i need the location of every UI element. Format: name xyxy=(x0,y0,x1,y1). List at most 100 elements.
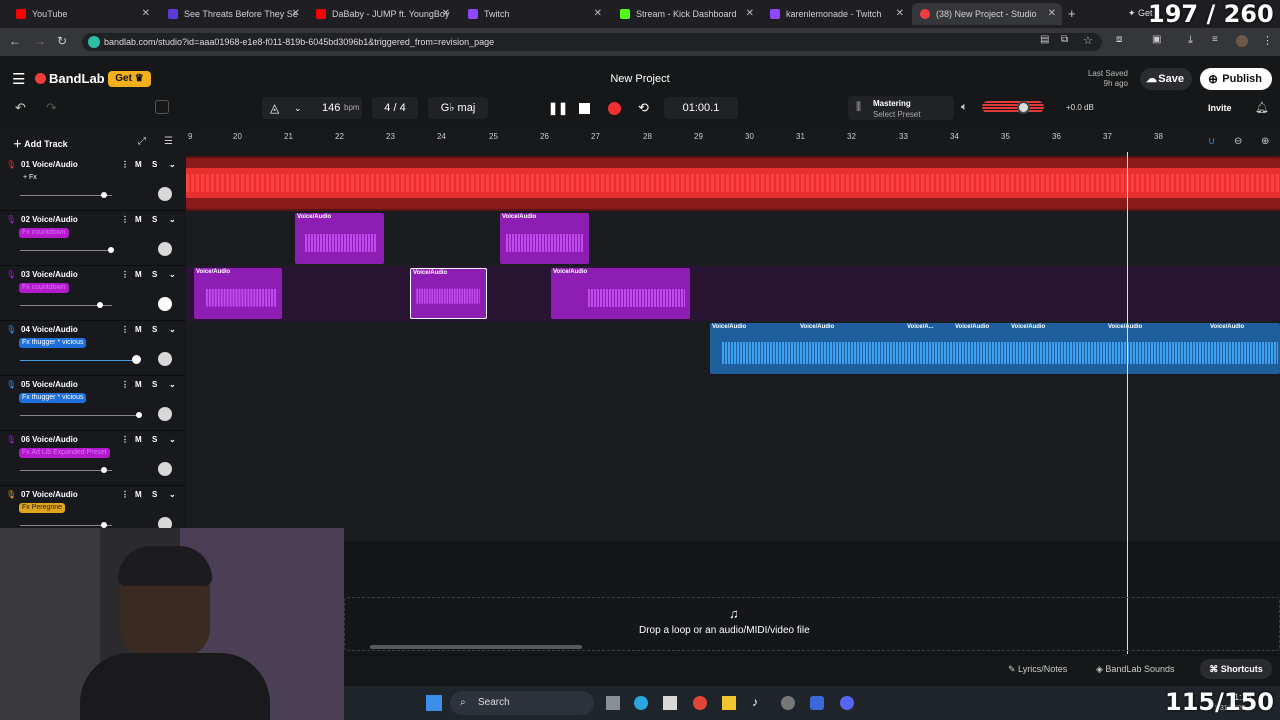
volume-slider[interactable] xyxy=(20,525,112,526)
edge-icon[interactable] xyxy=(634,696,648,710)
forward-icon[interactable]: → xyxy=(34,34,46,48)
solo-button[interactable]: S xyxy=(152,215,157,224)
track-settings-icon[interactable]: ☰ xyxy=(164,136,173,147)
get-button[interactable]: Get ♛ xyxy=(108,71,151,87)
track-header-05[interactable]: 🎙︎ 05 Voice/Audio ⋮ M S ⌄ Fx thugger * v… xyxy=(0,376,186,431)
mute-button[interactable]: M xyxy=(135,380,142,389)
taskbar-search-input[interactable]: ⌕ Search xyxy=(450,691,594,715)
track-lane-05[interactable] xyxy=(186,376,1280,431)
close-icon[interactable]: ✕ xyxy=(442,8,450,19)
app-icon[interactable] xyxy=(810,696,824,710)
pan-knob[interactable] xyxy=(158,242,172,256)
reader-icon[interactable]: ▤ xyxy=(1040,34,1049,45)
shortcuts-button[interactable]: ⌘ Shortcuts xyxy=(1200,659,1272,679)
audio-clip[interactable]: Voice/Audio xyxy=(551,268,690,319)
mute-button[interactable]: M xyxy=(135,490,142,499)
solo-button[interactable]: S xyxy=(152,435,157,444)
chevron-down-icon[interactable]: ⌄ xyxy=(169,215,176,224)
audio-clip[interactable] xyxy=(186,158,1280,209)
track-menu-icon[interactable]: ⋮ xyxy=(121,270,129,279)
fx-button[interactable]: Fx Ad Lib Expanded Preset xyxy=(19,448,110,458)
timeline-ruler[interactable]: 9 20 21 22 23 24 25 26 27 28 29 30 31 32… xyxy=(186,130,1280,156)
track-menu-icon[interactable]: ⋮ xyxy=(121,160,129,169)
chevron-down-icon[interactable]: ⌄ xyxy=(169,380,176,389)
mute-button[interactable]: M xyxy=(135,435,142,444)
mute-button[interactable]: M xyxy=(135,160,142,169)
track-menu-icon[interactable]: ⋮ xyxy=(121,380,129,389)
track-lane-02[interactable]: Voice/Audio Voice/Audio xyxy=(186,211,1280,266)
tab-twitch[interactable]: Twitch ✕ xyxy=(460,3,608,25)
url-input[interactable]: bandlab.com/studio?id=aaa01968-e1e8-f011… xyxy=(82,33,1102,51)
undo-icon[interactable]: ↶ xyxy=(15,100,26,116)
mute-button[interactable]: M xyxy=(135,325,142,334)
track-lane-06[interactable] xyxy=(186,431,1280,486)
volume-slider-handle[interactable] xyxy=(101,192,107,198)
volume-slider-handle[interactable] xyxy=(136,412,142,418)
solo-button[interactable]: S xyxy=(152,325,157,334)
mastering-button[interactable]: ⫼ Mastering Select Preset xyxy=(848,96,954,120)
volume-slider[interactable] xyxy=(20,250,112,251)
bandlab-sounds-button[interactable]: ◈ BandLab Sounds xyxy=(1096,664,1174,675)
new-tab-button[interactable]: + xyxy=(1068,6,1076,21)
tiktok-icon[interactable]: ♪ xyxy=(752,695,758,709)
close-icon[interactable]: ✕ xyxy=(746,8,754,19)
app-icon[interactable] xyxy=(781,696,795,710)
loop-icon[interactable]: ⟲ xyxy=(638,100,649,116)
track-header-01[interactable]: 🎙︎ 01 Voice/Audio ⋮ M S ⌄ + Fx xyxy=(0,156,186,211)
metronome-icon[interactable]: ◬ xyxy=(270,97,279,119)
chevron-down-icon[interactable]: ⌄ xyxy=(169,325,176,334)
volume-slider[interactable] xyxy=(20,195,112,196)
track-header-04[interactable]: 🎙︎ 04 Voice/Audio ⋮ M S ⌄ Fx thugger * v… xyxy=(0,321,186,376)
automation-icon[interactable]: ⤢ xyxy=(138,136,146,147)
track-menu-icon[interactable]: ⋮ xyxy=(121,490,129,499)
horizontal-scrollbar[interactable] xyxy=(370,645,582,649)
key-selector[interactable]: G♭ maj xyxy=(428,97,488,119)
audio-clip[interactable]: Voice/Audio xyxy=(295,213,384,264)
zoom-in-icon[interactable]: ⊕ xyxy=(1261,136,1269,147)
save-button[interactable]: ☁ Save xyxy=(1140,68,1192,90)
fx-button[interactable]: + Fx xyxy=(20,173,40,183)
volume-slider[interactable] xyxy=(20,360,136,361)
chevron-down-icon[interactable]: ⌄ xyxy=(169,435,176,444)
fx-button[interactable]: Fx thugger * vicious xyxy=(19,393,87,403)
pan-knob[interactable] xyxy=(158,462,172,476)
track-menu-icon[interactable]: ⋮ xyxy=(121,215,129,224)
store-icon[interactable] xyxy=(663,696,677,710)
tab-dababy[interactable]: DaBaby - JUMP ft. YoungBoy ✕ xyxy=(308,3,456,25)
solo-button[interactable]: S xyxy=(152,160,157,169)
publish-button[interactable]: ⊕ Publish xyxy=(1200,68,1272,90)
pan-knob[interactable] xyxy=(158,297,172,311)
solo-button[interactable]: S xyxy=(152,380,157,389)
pause-icon[interactable]: ❚❚ xyxy=(548,101,568,115)
pan-knob[interactable] xyxy=(158,187,172,201)
drop-zone[interactable]: ♫ Drop a loop or an audio/MIDI/video fil… xyxy=(344,597,1280,651)
close-icon[interactable]: ✕ xyxy=(594,8,602,19)
fx-button[interactable]: Fx countdown xyxy=(19,228,69,238)
tab-kick[interactable]: Stream - Kick Dashboard ✕ xyxy=(612,3,760,25)
chrome-icon[interactable] xyxy=(693,696,707,710)
hamburger-menu-icon[interactable]: ☰ xyxy=(12,70,25,88)
redo-icon[interactable]: ↷ xyxy=(46,100,57,116)
tempo-control[interactable]: ◬ ⌄ 146 bpm xyxy=(262,97,362,119)
project-title[interactable]: New Project xyxy=(560,73,720,85)
cast-icon[interactable]: ⧉ xyxy=(1061,34,1068,45)
tab-karenlemonade[interactable]: karenlemonade - Twitch ✕ xyxy=(762,3,910,25)
close-icon[interactable]: ✕ xyxy=(142,8,150,19)
mute-button[interactable]: M xyxy=(135,215,142,224)
volume-slider[interactable] xyxy=(20,415,140,416)
speaker-icon[interactable]: 🔈︎ xyxy=(961,101,968,114)
discord-icon[interactable] xyxy=(840,696,854,710)
task-view-icon[interactable] xyxy=(606,696,620,710)
more-vert-icon[interactable]: ⋮ xyxy=(1262,34,1273,47)
track-lane-01[interactable] xyxy=(186,156,1280,211)
pan-knob[interactable] xyxy=(158,407,172,421)
fx-button[interactable]: Fx Peregrine xyxy=(19,503,66,513)
audio-clip[interactable]: Voice/Audio xyxy=(194,268,282,319)
audio-clip[interactable]: Voice/Audio Voice/Audio Voice/A... Voice… xyxy=(710,323,1280,374)
back-icon[interactable]: ← xyxy=(9,34,21,48)
tab-youtube[interactable]: YouTube ✕ xyxy=(8,3,156,25)
close-icon[interactable]: ✕ xyxy=(896,8,904,19)
chevron-down-icon[interactable]: ⌄ xyxy=(294,97,302,119)
track-header-02[interactable]: 🎙︎ 02 Voice/Audio ⋮ M S ⌄ Fx countdown xyxy=(0,211,186,266)
record-icon[interactable] xyxy=(608,102,621,115)
